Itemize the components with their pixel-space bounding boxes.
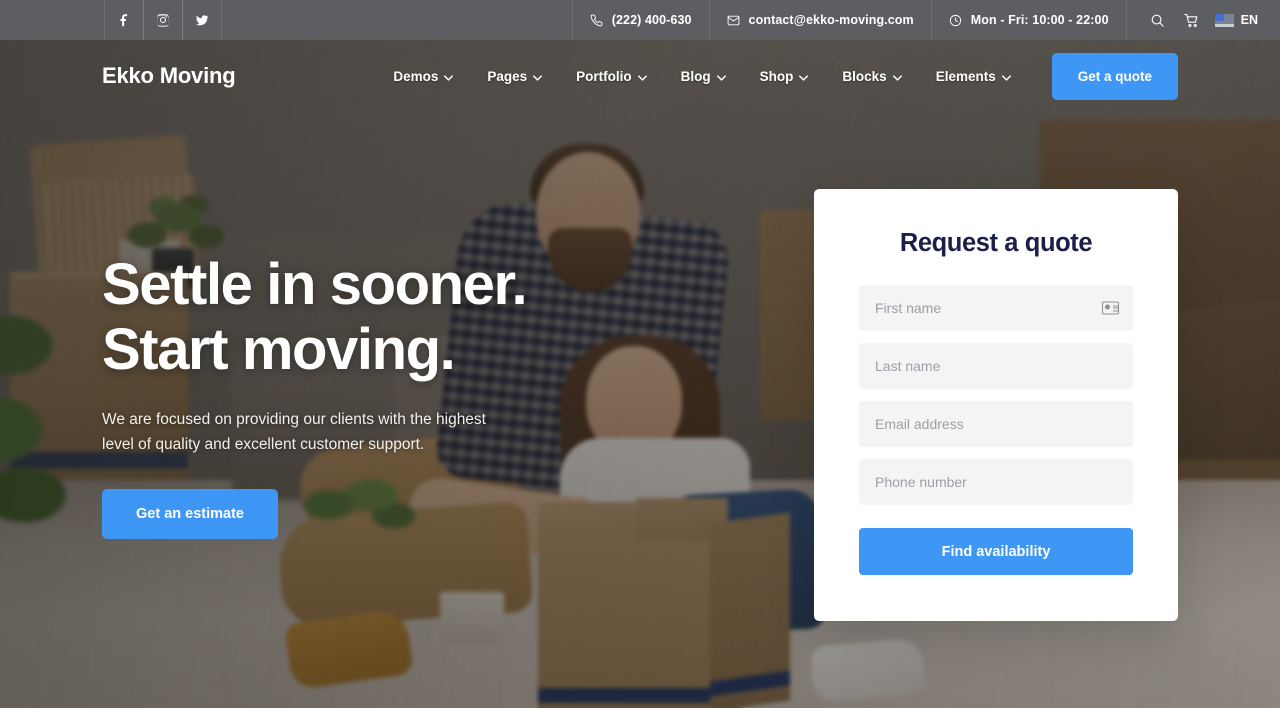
mail-icon — [727, 15, 739, 25]
request-quote-card: Request a quote Find availability — [814, 189, 1178, 621]
nav-item-demos[interactable]: Demos — [376, 69, 470, 84]
hero-title: Settle in sooner. Start moving. — [102, 252, 662, 383]
nav-item-blog[interactable]: Blog — [664, 69, 743, 84]
topbar-contact-group: (222) 400-630 contact@ekko-moving.com Mo… — [571, 0, 1280, 40]
nav-label: Blocks — [842, 68, 887, 84]
language-label: EN — [1240, 13, 1258, 27]
cart-icon[interactable] — [1175, 0, 1209, 40]
email-link[interactable]: contact@ekko-moving.com — [708, 0, 931, 40]
nav-label: Portfolio — [576, 68, 632, 84]
hero-copy-block: Settle in sooner. Start moving. We are f… — [102, 252, 662, 540]
twitter-icon[interactable] — [182, 0, 222, 40]
main-navigation: Ekko Moving Demos Pages Portfolio Blog S… — [0, 40, 1280, 112]
top-utility-bar: (222) 400-630 contact@ekko-moving.com Mo… — [0, 0, 1280, 40]
facebook-icon[interactable] — [104, 0, 144, 40]
phone-field — [859, 459, 1133, 505]
chevron-down-icon — [1001, 69, 1011, 84]
email-field — [859, 401, 1133, 447]
phone-icon — [590, 14, 603, 26]
flag-icon — [1214, 13, 1234, 27]
nav-item-elements[interactable]: Elements — [919, 69, 1028, 84]
phone-link[interactable]: (222) 400-630 — [571, 0, 709, 40]
opening-hours: Mon - Fri: 10:00 - 22:00 — [930, 0, 1126, 40]
email-address: contact@ekko-moving.com — [748, 13, 914, 27]
nav-label: Shop — [759, 68, 794, 84]
hero-section: Ekko Moving Demos Pages Portfolio Blog S… — [0, 40, 1280, 708]
phone-input[interactable] — [859, 459, 1133, 505]
nav-item-portfolio[interactable]: Portfolio — [559, 69, 664, 84]
last-name-field — [859, 343, 1133, 389]
chevron-down-icon — [444, 69, 454, 84]
instagram-icon[interactable] — [143, 0, 183, 40]
first-name-field — [859, 285, 1133, 331]
nav-label: Elements — [935, 68, 996, 84]
find-availability-button[interactable]: Find availability — [859, 528, 1133, 575]
language-switcher[interactable]: EN — [1209, 13, 1270, 27]
search-icon[interactable] — [1141, 0, 1175, 40]
nav-menu: Demos Pages Portfolio Blog Shop Blocks E… — [376, 52, 1178, 100]
hero-title-line-2: Start moving. — [102, 316, 456, 382]
chevron-down-icon — [637, 69, 647, 84]
site-logo[interactable]: Ekko Moving — [102, 63, 236, 89]
get-a-quote-button[interactable]: Get a quote — [1051, 52, 1178, 100]
social-links — [104, 0, 222, 40]
nav-label: Blog — [680, 68, 711, 84]
nav-item-shop[interactable]: Shop — [743, 69, 826, 84]
opening-hours-text: Mon - Fri: 10:00 - 22:00 — [970, 13, 1109, 27]
nav-label: Demos — [393, 68, 439, 84]
first-name-input[interactable] — [859, 285, 1133, 331]
phone-number: (222) 400-630 — [611, 13, 692, 27]
chevron-down-icon — [799, 69, 809, 84]
topbar-actions: EN — [1125, 0, 1280, 40]
chevron-down-icon — [716, 69, 726, 84]
hero-title-line-1: Settle in sooner. — [102, 252, 528, 317]
contact-card-icon[interactable] — [1102, 301, 1119, 315]
hero-subtitle: We are focused on providing our clients … — [102, 410, 486, 454]
nav-label: Pages — [487, 68, 528, 84]
quote-form-title: Request a quote — [899, 229, 1093, 257]
email-input[interactable] — [859, 401, 1133, 447]
nav-item-blocks[interactable]: Blocks — [825, 69, 918, 84]
nav-item-pages[interactable]: Pages — [470, 69, 559, 84]
clock-icon — [949, 14, 961, 26]
last-name-input[interactable] — [859, 343, 1133, 389]
chevron-down-icon — [892, 69, 902, 84]
chevron-down-icon — [533, 69, 543, 84]
get-an-estimate-button[interactable]: Get an estimate — [102, 489, 278, 540]
